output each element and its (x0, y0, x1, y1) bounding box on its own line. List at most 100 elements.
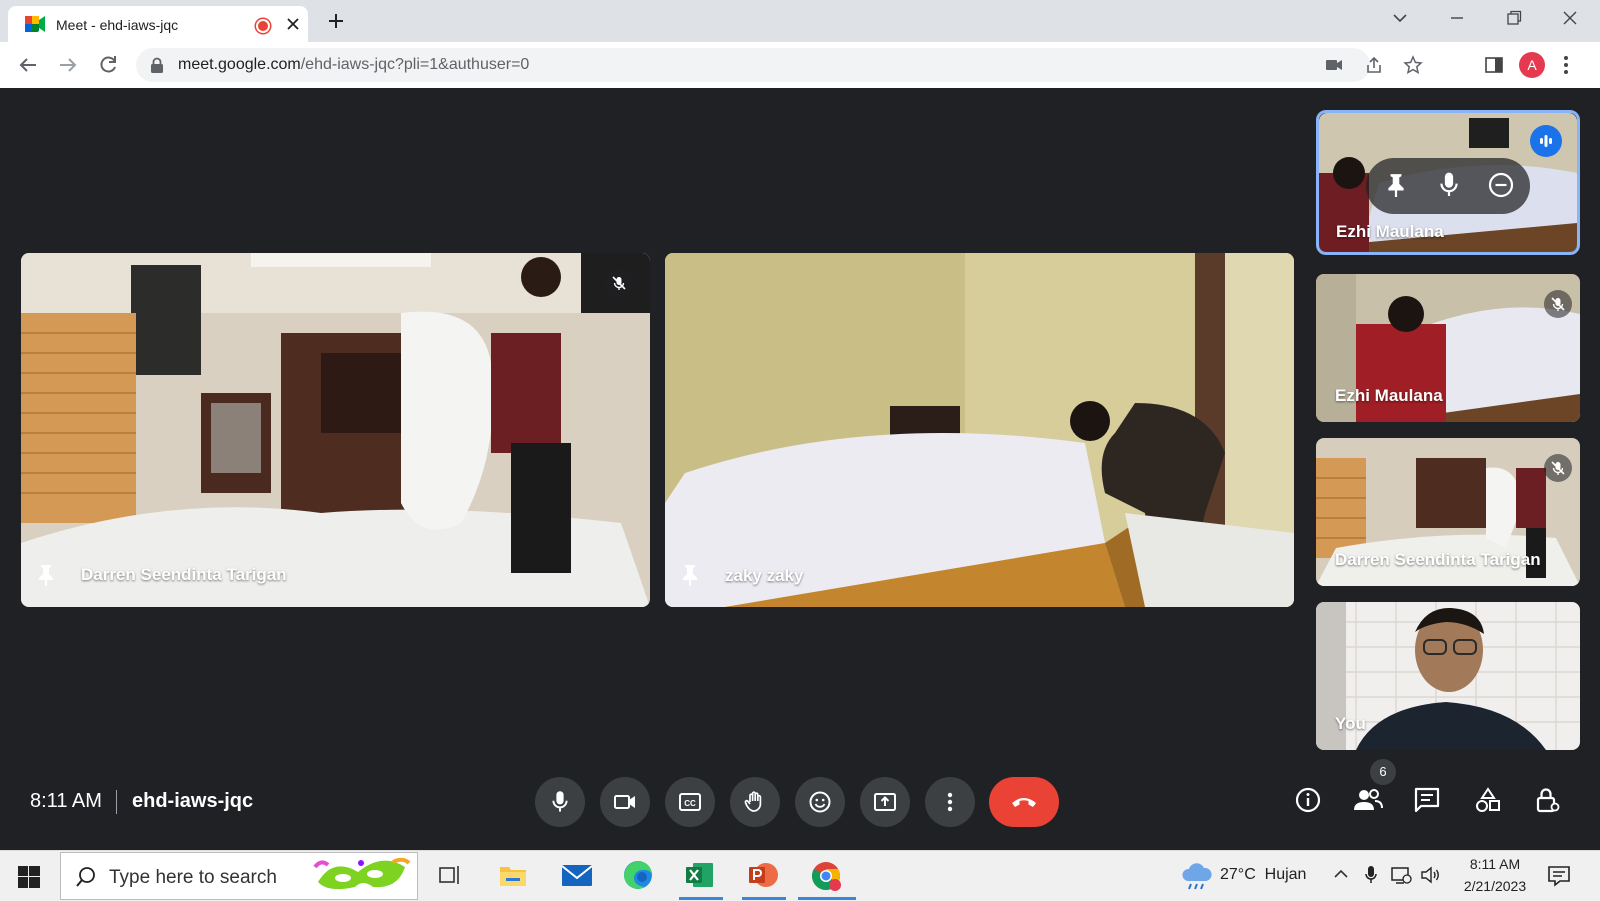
url-text[interactable]: meet.google.com/ehd-iaws-jqc?pli=1&authu… (178, 56, 529, 74)
weather-desc: Hujan (1264, 866, 1307, 883)
address-bar[interactable]: meet.google.com/ehd-iaws-jqc?pli=1&authu… (136, 48, 1423, 82)
participant-count-badge: 6 (1370, 759, 1396, 785)
reactions-button[interactable] (795, 777, 845, 827)
task-view-icon[interactable] (437, 860, 463, 890)
info-icon (1295, 787, 1321, 813)
chat-icon (1414, 787, 1440, 813)
video-tile-side-2[interactable]: Ezhi Maulana (1316, 274, 1580, 422)
participant-name: Darren Seendinta Tarigan (1335, 550, 1541, 569)
recording-indicator-icon (256, 19, 270, 33)
leave-call-button[interactable] (989, 777, 1059, 827)
google-meet-icon (25, 16, 45, 32)
more-vert-icon[interactable] (1562, 55, 1570, 75)
emoji-icon (809, 791, 831, 813)
weather-temp: 27°C (1220, 866, 1256, 883)
tab-search-chevron-icon[interactable] (1390, 8, 1410, 28)
excel-icon[interactable] (685, 860, 715, 890)
windows-start-icon[interactable] (18, 866, 40, 888)
reload-icon[interactable] (96, 53, 120, 77)
back-arrow-icon[interactable] (16, 53, 40, 77)
chevron-up-icon[interactable] (1332, 865, 1350, 883)
participant-name: Ezhi Maulana (1335, 386, 1443, 405)
weather-widget[interactable]: 27°C Hujan (1220, 866, 1306, 884)
mic-off-icon (1544, 290, 1572, 318)
minimize-icon[interactable] (1447, 8, 1467, 28)
microphone-button[interactable] (535, 777, 585, 827)
mic-off-icon (1544, 454, 1572, 482)
remove-icon[interactable] (1487, 171, 1515, 199)
video-tile-main-2[interactable]: zaky zaky (665, 253, 1294, 607)
camera-button[interactable] (600, 777, 650, 827)
mic-icon (552, 791, 568, 812)
mic-off-icon (605, 269, 633, 297)
video-tile-side-3[interactable]: Darren Seendinta Tarigan (1316, 438, 1580, 586)
participant-name: You (1335, 714, 1366, 733)
activities-shapes-icon (1476, 787, 1500, 812)
close-tab-icon[interactable] (284, 15, 302, 33)
mail-icon[interactable] (561, 860, 593, 890)
closed-caption-icon: CC (679, 793, 701, 811)
mic-icon[interactable] (1438, 171, 1460, 199)
videocam-icon (614, 795, 635, 809)
lock-icon[interactable] (150, 57, 164, 73)
divider (116, 790, 117, 814)
close-window-icon[interactable] (1560, 8, 1580, 28)
pin-icon[interactable] (1384, 171, 1408, 199)
more-vert-icon (947, 792, 953, 812)
file-explorer-icon[interactable] (498, 860, 528, 890)
forward-arrow-icon[interactable] (56, 53, 80, 77)
volume-icon[interactable] (1420, 865, 1442, 885)
chat-button[interactable] (1413, 786, 1441, 814)
video-feed (665, 253, 1294, 607)
edge-browser-icon[interactable] (623, 860, 653, 890)
powerpoint-icon[interactable] (748, 860, 778, 890)
url-domain: meet.google.com (178, 56, 301, 73)
pin-icon[interactable] (679, 563, 701, 587)
participant-name: Darren Seendinta Tarigan (81, 565, 287, 584)
more-options-button[interactable] (925, 777, 975, 827)
tab-title: Meet - ehd-iaws-jqc (56, 17, 179, 33)
browser-tab-meet[interactable]: Meet - ehd-iaws-jqc (8, 6, 308, 42)
raise-hand-button[interactable] (730, 777, 780, 827)
activities-button[interactable] (1474, 786, 1502, 814)
url-path: /ehd-iaws-jqc?pli=1&authuser=0 (300, 56, 530, 73)
weather-rain-icon[interactable] (1180, 861, 1214, 891)
participant-name: zaky zaky (725, 566, 804, 585)
restore-icon[interactable] (1504, 8, 1524, 28)
captions-button[interactable]: CC (665, 777, 715, 827)
chrome-icon[interactable] (810, 860, 842, 892)
people-icon (1354, 789, 1383, 810)
taskbar-time[interactable]: 8:11 AM (1460, 856, 1530, 872)
meeting-clock: 8:11 AM (30, 790, 102, 812)
network-icon[interactable] (1390, 865, 1412, 885)
search-placeholder: Type here to search (109, 867, 277, 888)
call-end-icon (1012, 798, 1036, 807)
camera-in-use-icon[interactable] (1324, 55, 1344, 75)
host-controls-button[interactable] (1534, 786, 1562, 814)
speaking-indicator-icon (1530, 125, 1562, 157)
taskbar-date[interactable]: 2/21/2023 (1452, 878, 1538, 894)
meeting-details-button[interactable] (1294, 786, 1322, 814)
svg-text:CC: CC (684, 799, 696, 808)
notification-icon[interactable] (1547, 864, 1571, 888)
browser-tab-strip: Meet - ehd-iaws-jqc (0, 0, 1600, 42)
new-tab-icon[interactable] (326, 11, 346, 31)
share-icon[interactable] (1364, 55, 1384, 75)
taskbar-search-box[interactable]: Type here to search (60, 852, 418, 900)
meeting-code[interactable]: ehd-iaws-jqc (132, 790, 253, 813)
present-to-all-icon (874, 793, 896, 811)
video-tile-self[interactable]: You (1316, 602, 1580, 750)
participant-name: Ezhi Maulana (1336, 222, 1444, 241)
pin-icon[interactable] (35, 563, 57, 587)
profile-avatar[interactable]: A (1519, 52, 1545, 78)
side-panel-icon[interactable] (1484, 55, 1504, 75)
hand-icon (744, 791, 762, 812)
tray-mic-icon[interactable] (1364, 865, 1378, 885)
browser-toolbar: meet.google.com/ehd-iaws-jqc?pli=1&authu… (0, 42, 1600, 89)
windows-taskbar: Type here to search 27°C Hujan 8:11 AM 2… (0, 850, 1600, 901)
video-tile-main-1[interactable]: Darren Seendinta Tarigan (21, 253, 650, 607)
present-screen-button[interactable] (860, 777, 910, 827)
bookmark-star-icon[interactable] (1403, 55, 1423, 75)
search-icon (75, 866, 97, 888)
people-button[interactable] (1353, 786, 1383, 814)
